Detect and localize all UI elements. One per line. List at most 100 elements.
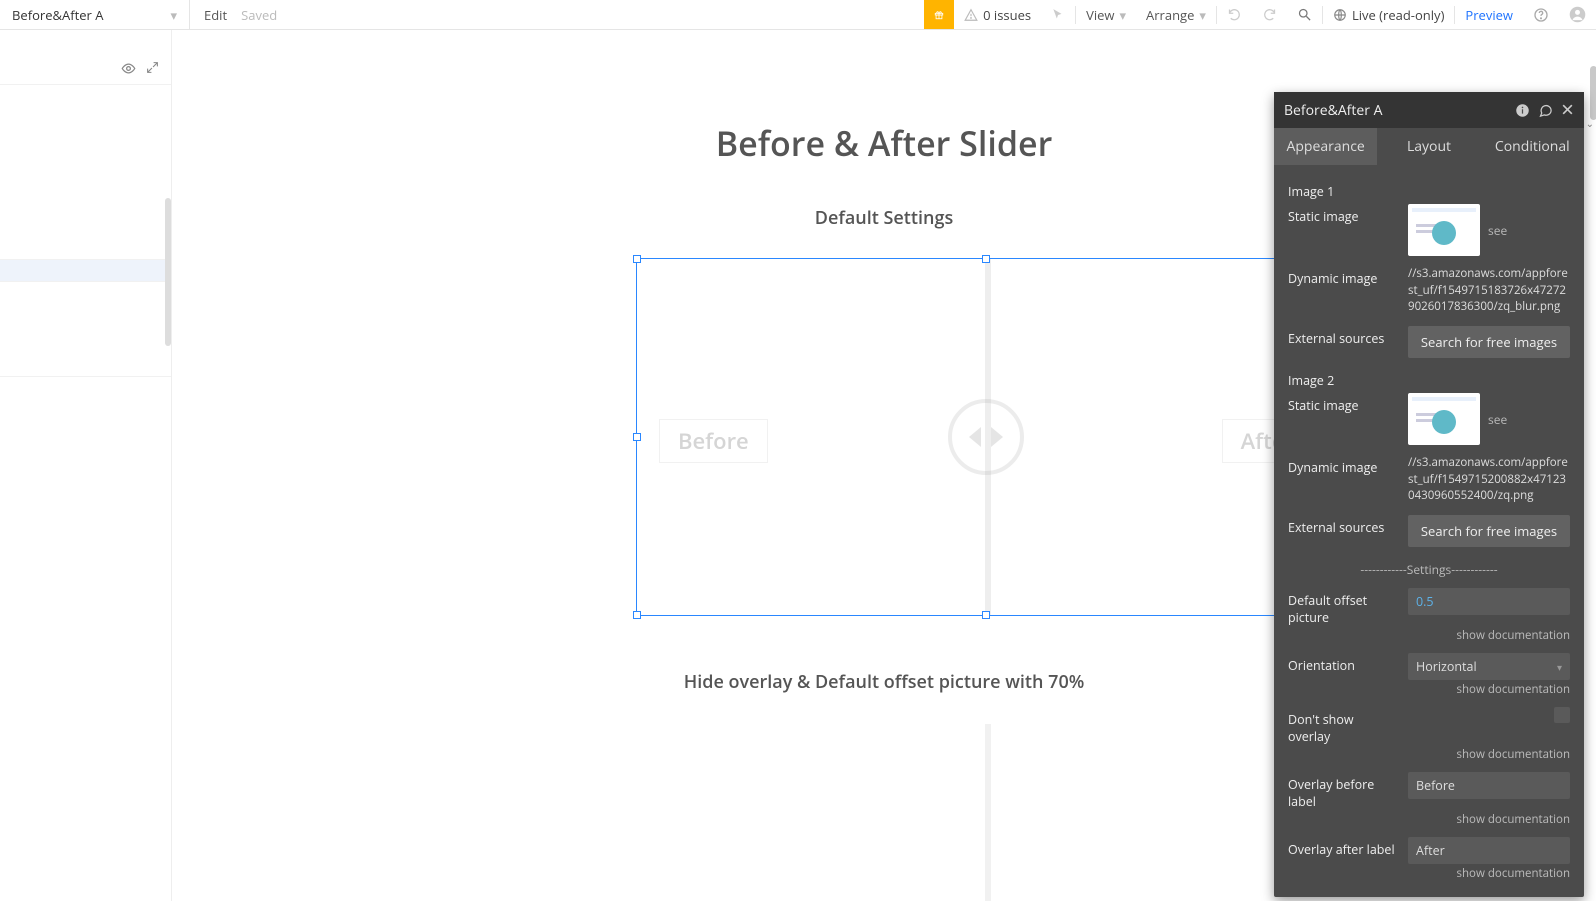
arrange-menu[interactable]: Arrange ▾ (1136, 0, 1216, 29)
live-status[interactable]: Live (read-only) (1323, 0, 1454, 29)
page-name: Before&After A (12, 6, 103, 24)
resize-handle[interactable] (982, 255, 990, 263)
panel-title: Before&After A (1284, 101, 1382, 120)
resize-handle[interactable] (982, 611, 990, 619)
overlay-before-label-key: Overlay before label (1288, 772, 1396, 810)
view-label: View (1086, 6, 1114, 24)
chevron-down-icon: ▾ (1199, 6, 1206, 24)
issues-button[interactable]: 0 issues (954, 0, 1041, 29)
overlay-before-label: Before (659, 419, 768, 463)
show-documentation-link[interactable]: show documentation (1288, 866, 1570, 881)
left-sidebar (0, 30, 172, 901)
undo-icon (1227, 7, 1242, 22)
warning-icon (964, 8, 978, 22)
static-image-label: Static image (1288, 393, 1396, 414)
show-documentation-link[interactable]: show documentation (1288, 812, 1570, 827)
overlay-before-input[interactable]: Before (1408, 772, 1570, 799)
slider-divider (985, 724, 991, 901)
show-documentation-link[interactable]: show documentation (1288, 747, 1570, 762)
eye-icon[interactable] (121, 61, 136, 76)
globe-icon (1333, 8, 1347, 22)
undo-button[interactable] (1217, 0, 1252, 29)
top-right: 0 issues View ▾ Arrange ▾ Live (read-only) (924, 0, 1596, 29)
user-icon (1569, 6, 1586, 23)
see-link[interactable]: see (1488, 222, 1507, 239)
sidebar-header (0, 30, 171, 85)
saved-status: Saved (241, 6, 277, 24)
tab-conditional[interactable]: Conditional (1481, 128, 1584, 165)
close-icon[interactable] (1561, 103, 1574, 118)
page-select[interactable]: Before&After A ▾ (0, 0, 190, 29)
orientation-label: Orientation (1288, 653, 1396, 674)
panel-body: Image 1 Static image see Dynamic image /… (1274, 165, 1584, 897)
static-image-label: Static image (1288, 204, 1396, 225)
arrange-label: Arrange (1146, 6, 1194, 24)
sidebar-section (0, 85, 171, 260)
resize-handle[interactable] (633, 433, 641, 441)
view-menu[interactable]: View ▾ (1076, 0, 1136, 29)
no-overlay-checkbox[interactable] (1554, 707, 1570, 723)
slider-preview-2[interactable] (636, 724, 1336, 901)
pointer-icon[interactable] (1041, 0, 1075, 29)
property-panel: Before&After A Appearance Layout Conditi… (1274, 92, 1584, 897)
issues-count: 0 issues (983, 6, 1031, 24)
help-icon (1533, 7, 1549, 23)
search-images-button[interactable]: Search for free images (1408, 515, 1570, 547)
arrow-right-icon (991, 427, 1003, 447)
settings-divider: ------------Settings------------ (1288, 561, 1570, 578)
chevron-down-icon: ▾ (1557, 660, 1562, 674)
gift-icon[interactable] (924, 0, 954, 29)
panel-header[interactable]: Before&After A (1274, 92, 1584, 128)
sidebar-scrollbar[interactable] (165, 198, 171, 346)
offset-input[interactable]: 0.5 (1408, 588, 1570, 615)
info-icon[interactable] (1515, 103, 1530, 118)
live-label: Live (read-only) (1352, 6, 1444, 24)
overlay-after-input[interactable]: After (1408, 837, 1570, 864)
redo-icon (1262, 7, 1277, 22)
redo-button[interactable] (1252, 0, 1287, 29)
image2-heading: Image 2 (1288, 368, 1396, 389)
dynamic-image-2-value[interactable]: //s3.amazonaws.com/appforest_uf/f1549715… (1408, 455, 1570, 505)
dynamic-image-label: Dynamic image (1288, 455, 1396, 476)
panel-tabs: Appearance Layout Conditional (1274, 128, 1584, 165)
top-left: Edit Saved (190, 0, 291, 29)
sidebar-section (0, 282, 171, 377)
chevron-down-icon: ▾ (1119, 6, 1126, 24)
orientation-value: Horizontal (1416, 658, 1477, 675)
image1-heading: Image 1 (1288, 179, 1396, 200)
sidebar-selected-item[interactable] (0, 260, 171, 282)
no-overlay-label: Don't show overlay (1288, 707, 1396, 745)
topbar: Before&After A ▾ Edit Saved 0 issues Vie… (0, 0, 1596, 30)
show-documentation-link[interactable]: show documentation (1288, 628, 1570, 643)
tab-layout[interactable]: Layout (1377, 128, 1480, 165)
dynamic-image-1-value[interactable]: //s3.amazonaws.com/appforest_uf/f1549715… (1408, 266, 1570, 316)
orientation-select[interactable]: Horizontal ▾ (1408, 653, 1570, 680)
preview-button[interactable]: Preview (1455, 0, 1523, 29)
external-sources-label: External sources (1288, 326, 1396, 347)
tab-appearance[interactable]: Appearance (1274, 128, 1377, 165)
resize-handle[interactable] (633, 611, 641, 619)
preview-label: Preview (1465, 6, 1513, 24)
chevron-down-icon: ▾ (170, 6, 177, 24)
resize-handle[interactable] (633, 255, 641, 263)
help-button[interactable] (1523, 0, 1559, 29)
edit-mode-label[interactable]: Edit (204, 6, 227, 24)
see-link[interactable]: see (1488, 411, 1507, 428)
image2-thumbnail[interactable] (1408, 393, 1480, 445)
show-documentation-link[interactable]: show documentation (1288, 682, 1570, 697)
image1-thumbnail[interactable] (1408, 204, 1480, 256)
comment-icon[interactable] (1538, 103, 1553, 118)
overlay-after-label-key: Overlay after label (1288, 837, 1396, 858)
offset-label: Default offset picture (1288, 588, 1396, 626)
search-button[interactable] (1287, 0, 1322, 29)
search-icon (1297, 7, 1312, 22)
expand-icon[interactable] (146, 61, 159, 76)
slider-handle[interactable] (948, 399, 1024, 475)
external-sources-label: External sources (1288, 515, 1396, 536)
chevron-down-icon: ⌄ (1586, 116, 1594, 130)
canvas-scrollbar[interactable] (1590, 66, 1596, 120)
user-button[interactable] (1559, 0, 1596, 29)
selected-element[interactable]: Before After (636, 258, 1336, 616)
search-images-button[interactable]: Search for free images (1408, 326, 1570, 358)
dynamic-image-label: Dynamic image (1288, 266, 1396, 287)
